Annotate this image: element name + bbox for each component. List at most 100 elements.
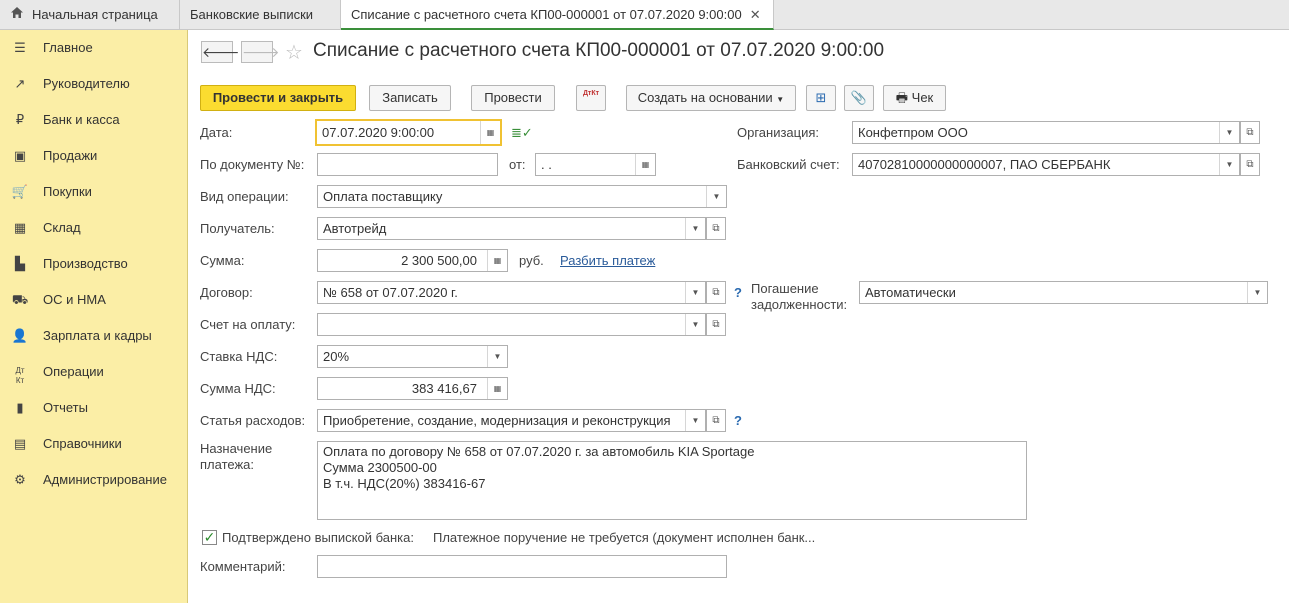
chevron-down-icon[interactable]: ▼ bbox=[1219, 154, 1239, 175]
forward-button[interactable]: 🡒 bbox=[241, 41, 280, 63]
expense-item-select[interactable]: Приобретение, создание, модернизация и р… bbox=[317, 409, 706, 432]
help-icon[interactable]: ? bbox=[734, 413, 742, 428]
open-invoice-button[interactable]: ⧉ bbox=[706, 313, 726, 336]
organization-value: Конфетпром ООО bbox=[858, 125, 968, 140]
edit-number-icon[interactable]: ≣✓ bbox=[511, 125, 533, 141]
sidebar-item-admin[interactable]: ⚙ Администрирование bbox=[0, 462, 188, 498]
sidebar-item-label: Главное bbox=[43, 40, 93, 55]
sum-input[interactable]: 2 300 500,00 ▦ bbox=[317, 249, 508, 272]
chevron-down-icon[interactable]: ▼ bbox=[685, 218, 705, 239]
contract-select[interactable]: № 658 от 07.07.2020 г. ▼ bbox=[317, 281, 706, 304]
open-bank-account-button[interactable]: ⧉ bbox=[1240, 153, 1260, 176]
chevron-down-icon[interactable]: ▼ bbox=[487, 346, 507, 367]
paperclip-icon: 📎 bbox=[850, 90, 868, 105]
chevron-down-icon[interactable]: ▼ bbox=[706, 186, 726, 207]
sidebar-item-label: Отчеты bbox=[43, 400, 88, 415]
recipient-label: Получатель: bbox=[200, 221, 275, 236]
sidebar-item-label: Покупки bbox=[43, 184, 92, 199]
doc-date-input[interactable]: . . ▦ bbox=[535, 153, 656, 176]
recipient-select[interactable]: Автотрейд ▼ bbox=[317, 217, 706, 240]
structure-icon: ⊞ bbox=[815, 90, 827, 105]
operation-type-select[interactable]: Оплата поставщику ▼ bbox=[317, 185, 727, 208]
dt-kt-button[interactable]: ДтКт bbox=[576, 85, 606, 111]
chevron-down-icon[interactable]: ▼ bbox=[685, 314, 705, 335]
open-recipient-button[interactable]: ⧉ bbox=[706, 217, 726, 240]
doc-date-value: . . bbox=[541, 157, 552, 172]
tab-label: Начальная страница bbox=[32, 7, 158, 22]
vat-rate-value: 20% bbox=[323, 349, 350, 364]
calendar-icon[interactable]: ▦ bbox=[480, 121, 500, 144]
bank-confirmed-checkbox[interactable]: ✓ bbox=[202, 530, 217, 545]
payment-purpose-textarea[interactable]: Оплата по договору № 658 от 07.07.2020 г… bbox=[317, 441, 1027, 520]
sidebar-item-bank[interactable]: ₽ Банк и касса bbox=[0, 102, 188, 138]
open-icon: ⧉ bbox=[1246, 127, 1254, 138]
chevron-down-icon[interactable]: ▼ bbox=[1247, 282, 1267, 303]
sidebar-item-sales[interactable]: ▣ Продажи bbox=[0, 138, 188, 174]
sidebar-item-production[interactable]: ▙ Производство bbox=[0, 246, 188, 282]
open-icon: ⧉ bbox=[712, 223, 720, 234]
payment-purpose-label: Назначение платежа: bbox=[200, 441, 272, 473]
structure-button[interactable]: ⊞ bbox=[806, 85, 836, 111]
vat-rate-select[interactable]: 20% ▼ bbox=[317, 345, 508, 368]
close-icon[interactable]: ✕ bbox=[750, 7, 761, 22]
sidebar-item-assets[interactable]: ⛟ ОС и НМА bbox=[0, 282, 188, 318]
back-button[interactable]: 🡐 bbox=[201, 41, 240, 63]
comment-input[interactable] bbox=[317, 555, 727, 578]
help-icon[interactable]: ? bbox=[734, 285, 742, 300]
post-button[interactable]: Провести bbox=[471, 85, 555, 111]
organization-select[interactable]: Конфетпром ООО ▼ bbox=[852, 121, 1240, 144]
invoice-select[interactable]: ▼ bbox=[317, 313, 706, 336]
sum-value: 2 300 500,00 bbox=[401, 253, 477, 268]
split-payment-link[interactable]: Разбить платеж bbox=[560, 253, 655, 268]
doc-number-input[interactable] bbox=[317, 153, 498, 176]
save-button[interactable]: Записать bbox=[369, 85, 451, 111]
person-icon: 👤 bbox=[11, 328, 29, 343]
trend-icon: ↗ bbox=[14, 76, 26, 91]
open-icon: ⧉ bbox=[712, 287, 720, 298]
debt-repayment-label-line: задолженности: bbox=[751, 297, 848, 312]
date-field[interactable]: 07.07.2020 9:00:00 ▦ bbox=[315, 119, 502, 146]
sidebar-item-manager[interactable]: ↗ Руководителю bbox=[0, 66, 188, 102]
vat-rate-label: Ставка НДС: bbox=[200, 349, 278, 364]
bank-account-value: 40702810000000000007, ПАО СБЕРБАНК bbox=[858, 157, 1111, 172]
chevron-down-icon[interactable]: ▼ bbox=[685, 282, 705, 303]
tab-bank-statements[interactable]: Банковские выписки bbox=[180, 0, 341, 30]
sum-label: Сумма: bbox=[200, 253, 245, 268]
payment-purpose-line: Оплата по договору № 658 от 07.07.2020 г… bbox=[323, 444, 755, 459]
chevron-down-icon[interactable]: ▼ bbox=[685, 410, 705, 431]
calendar-icon[interactable]: ▦ bbox=[635, 154, 655, 175]
vat-sum-input[interactable]: 383 416,67 ▦ bbox=[317, 377, 508, 400]
sidebar-item-purchases[interactable]: 🛒 Покупки bbox=[0, 174, 188, 210]
currency-label: руб. bbox=[519, 253, 544, 268]
sidebar-item-warehouse[interactable]: ▦ Склад bbox=[0, 210, 188, 246]
sidebar-item-salary[interactable]: 👤 Зарплата и кадры bbox=[0, 318, 188, 354]
calculator-icon[interactable]: ▦ bbox=[487, 378, 507, 399]
bank-account-select[interactable]: 40702810000000000007, ПАО СБЕРБАНК ▼ bbox=[852, 153, 1240, 176]
sidebar-item-reports[interactable]: ▮ Отчеты bbox=[0, 390, 188, 426]
star-icon[interactable]: ☆ bbox=[285, 40, 303, 65]
debt-repayment-select[interactable]: Автоматически ▼ bbox=[859, 281, 1268, 304]
payment-purpose-line: Сумма 2300500-00 bbox=[323, 460, 437, 475]
dt-kt-icon: ДтКт bbox=[15, 366, 25, 385]
post-and-close-button[interactable]: Провести и закрыть bbox=[200, 85, 356, 111]
sidebar-item-operations[interactable]: Дт Кт Операции bbox=[0, 354, 188, 390]
open-contract-button[interactable]: ⧉ bbox=[706, 281, 726, 304]
chevron-down-icon[interactable]: ▼ bbox=[1219, 122, 1239, 143]
tab-home[interactable]: Начальная страница bbox=[0, 0, 180, 30]
receipt-button[interactable]: 🖶 Чек bbox=[883, 85, 946, 111]
sidebar-item-catalogs[interactable]: ▤ Справочники bbox=[0, 426, 188, 462]
debt-repayment-value: Автоматически bbox=[865, 285, 956, 300]
books-icon: ▤ bbox=[13, 436, 27, 451]
open-expense-button[interactable]: ⧉ bbox=[706, 409, 726, 432]
create-based-on-button[interactable]: Создать на основании ▼ bbox=[626, 85, 796, 111]
tab-document[interactable]: Списание с расчетного счета КП00-000001 … bbox=[341, 0, 774, 30]
sidebar: ☰ Главное ↗ Руководителю ₽ Банк и касса … bbox=[0, 30, 188, 603]
from-label: от: bbox=[509, 157, 526, 172]
calculator-icon[interactable]: ▦ bbox=[487, 250, 507, 271]
payment-purpose-line: В т.ч. НДС(20%) 383416-67 bbox=[323, 476, 486, 491]
attach-button[interactable]: 📎 bbox=[844, 85, 874, 111]
vat-sum-value: 383 416,67 bbox=[411, 381, 477, 396]
sidebar-item-main[interactable]: ☰ Главное bbox=[0, 30, 188, 66]
open-organization-button[interactable]: ⧉ bbox=[1240, 121, 1260, 144]
tab-bar: Начальная страница Банковские выписки Сп… bbox=[0, 0, 1289, 30]
